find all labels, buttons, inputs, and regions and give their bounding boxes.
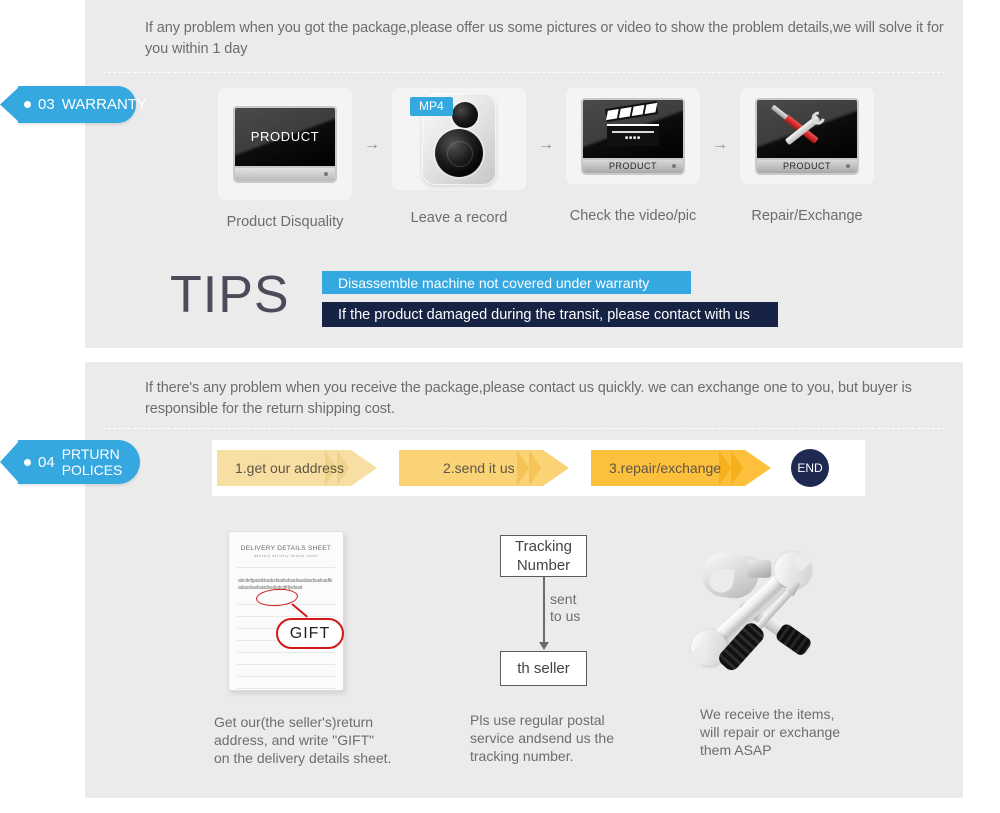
step-caption: Product Disquality [226, 214, 344, 230]
ribbon-step-label: 2.send it us [443, 460, 515, 476]
ribbon-step-3[interactable]: 3.repair/exchange [591, 450, 771, 486]
section-divider [103, 72, 945, 73]
monitor-product-icon: PRODUCT [233, 105, 337, 183]
bullet-dot-icon [24, 458, 31, 466]
column-caption: Pls use regular postal service andsend u… [470, 712, 614, 764]
section-tag-warranty[interactable]: 03 WARRANTY [18, 86, 147, 123]
mp4-recorder-icon: MP4 [410, 93, 496, 185]
seller-box: th seller [500, 651, 587, 686]
tip-text: If the product damaged during the transi… [338, 306, 750, 323]
step-arrow-icon: → [364, 136, 380, 153]
section-tag-returns[interactable]: 04 PRTURN POLICES [18, 440, 140, 484]
led-icon [324, 172, 328, 176]
step-caption: Repair/Exchange [751, 208, 863, 224]
warranty-step-row: PRODUCT Product Disquality → MP4 Leave a… [215, 88, 905, 238]
warranty-intro-text: If any problem when you got the package,… [145, 20, 944, 57]
hammer-wrench-screwdriver-icon [683, 539, 866, 689]
warranty-step-1: PRODUCT Product Disquality [215, 88, 355, 230]
base-label: PRODUCT [609, 161, 657, 171]
tools-monitor-icon: PRODUCT [755, 97, 859, 175]
tip-text: Disassemble machine not covered under wa… [338, 274, 650, 291]
tag-label: WARRANTY [61, 95, 147, 113]
step-thumbnail: PRODUCT [740, 88, 874, 184]
base-label: PRODUCT [783, 161, 831, 171]
step-thumbnail: MP4 [392, 88, 526, 190]
tag-label-line2: POLICES [61, 462, 123, 478]
warranty-returns-page: If any problem when you got the package,… [0, 0, 1000, 813]
tracking-number-box: Tracking Number [500, 535, 587, 577]
tag-number: 04 [38, 453, 55, 471]
ribbon-step-label: 3.repair/exchange [609, 460, 722, 476]
tips-heading: TIPS [170, 266, 290, 324]
warranty-step-4: PRODUCT Repair/Exchange [737, 88, 877, 224]
ribbon-step-1[interactable]: 1.get our address [217, 450, 377, 486]
section-divider [103, 428, 945, 429]
large-lens-icon [435, 129, 483, 177]
tag-number: 03 [38, 96, 55, 113]
end-badge: END [791, 449, 829, 487]
step-caption: Check the video/pic [569, 208, 697, 224]
step-thumbnail: PRODUCT [218, 88, 352, 200]
ribbon-step-label: 1.get our address [235, 460, 344, 476]
step-thumbnail: ■■■■ PRODUCT [566, 88, 700, 184]
tag-label-line1: PRTURN [61, 446, 120, 462]
led-icon [672, 164, 676, 168]
returns-detail-columns: DELIVERY DETAILS SHEET delivery delivery… [200, 525, 900, 785]
step-arrow-icon: → [538, 136, 554, 153]
led-icon [846, 164, 850, 168]
flow-edge-label: sent to us [550, 591, 581, 624]
clapperboard-monitor-icon: ■■■■ PRODUCT [581, 97, 685, 175]
step-caption: Leave a record [410, 210, 508, 226]
warranty-step-2: MP4 Leave a record [389, 88, 529, 226]
warranty-step-3: ■■■■ PRODUCT Check the video/pic [563, 88, 703, 224]
mp4-badge: MP4 [410, 97, 453, 116]
delivery-details-sheet-icon: DELIVERY DETAILS SHEET delivery delivery… [228, 531, 344, 691]
step-arrow-icon: → [712, 136, 728, 153]
sheet-subtitle: delivery delivery details sheet [253, 554, 319, 558]
small-lens-icon [452, 102, 478, 128]
ribbon-step-2[interactable]: 2.send it us [399, 450, 569, 486]
returns-intro-text: If there's any problem when you receive … [145, 380, 912, 417]
column-caption: We receive the items, will repair or exc… [700, 706, 841, 758]
flow-arrow-icon [539, 577, 548, 650]
bullet-dot-icon [24, 101, 31, 108]
screwdriver-wrench-icon [779, 109, 835, 149]
screen-label: PRODUCT [250, 129, 320, 144]
tip-bar-2: If the product damaged during the transi… [322, 302, 778, 327]
tip-bar-1: Disassemble machine not covered under wa… [322, 271, 691, 294]
gift-callout: GIFT [276, 618, 344, 649]
column-caption: Get our(the seller's)return address, and… [214, 714, 392, 766]
sheet-title: DELIVERY DETAILS SHEET [240, 545, 332, 552]
clapperboard-icon: ■■■■ [604, 100, 659, 149]
returns-step-ribbon: 1.get our address 2.send it us 3.repair/… [212, 440, 865, 496]
